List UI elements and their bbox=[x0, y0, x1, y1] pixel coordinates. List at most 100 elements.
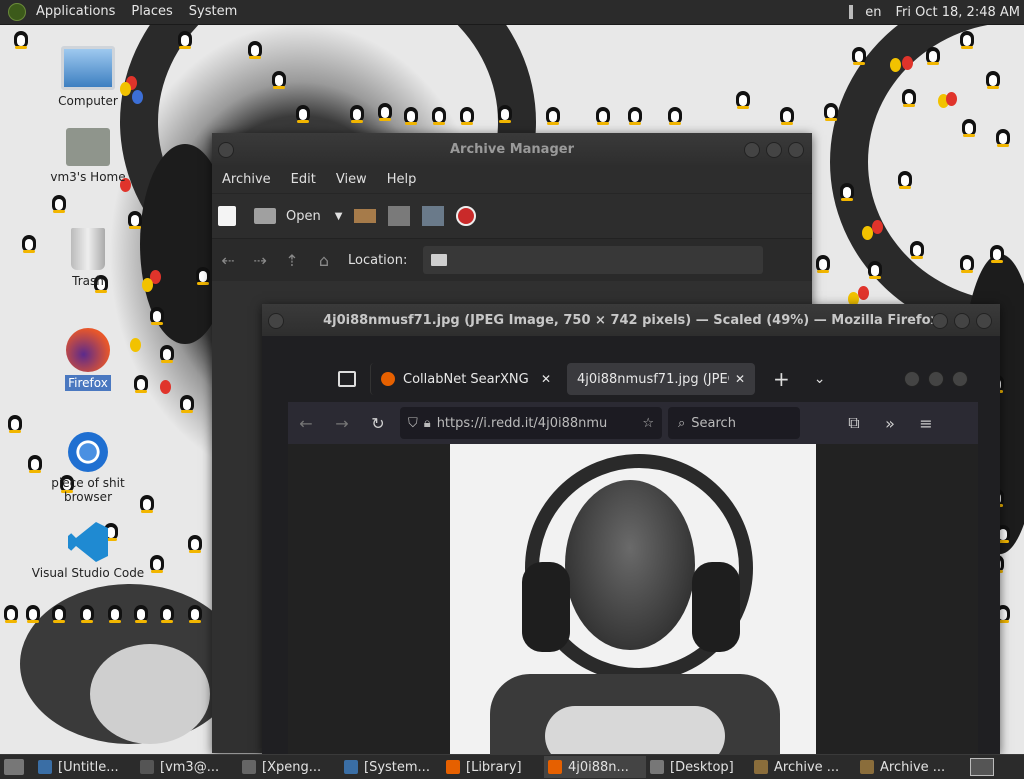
new-tab-icon[interactable]: + bbox=[773, 367, 790, 391]
lock-icon[interactable]: 🔒︎ bbox=[424, 416, 431, 431]
desktop-icon-chromium[interactable]: piece of shit browser bbox=[26, 432, 150, 505]
home-folder-icon bbox=[66, 128, 110, 166]
penguin-sprite bbox=[816, 252, 830, 273]
close-button[interactable] bbox=[788, 142, 804, 158]
menu-system[interactable]: System bbox=[181, 0, 245, 24]
desktop-icon-firefox[interactable]: Firefox bbox=[38, 328, 138, 391]
taskbar-item[interactable]: Archive ... bbox=[856, 756, 962, 778]
desktop-icon-label: vm3's Home bbox=[50, 170, 126, 184]
tab-overview-icon[interactable] bbox=[338, 371, 356, 387]
url-text[interactable]: https://i.redd.it/4j0i88nmu bbox=[437, 416, 635, 431]
firefox-titlebar[interactable]: 4j0i88nmusf71.jpg (JPEG Image, 750 × 742… bbox=[262, 304, 1000, 336]
window-menu-button[interactable] bbox=[218, 142, 234, 158]
tab-collabnet-searxng[interactable]: CollabNet SearXNG ✕ bbox=[370, 363, 561, 395]
archive-manager-titlebar[interactable]: Archive Manager bbox=[212, 133, 812, 165]
menu-archive[interactable]: Archive bbox=[212, 172, 281, 187]
url-bar[interactable]: ⛉ 🔒︎ https://i.redd.it/4j0i88nmu ☆ bbox=[400, 407, 662, 439]
add-files-button[interactable] bbox=[388, 206, 411, 226]
penguin-sprite bbox=[378, 100, 392, 121]
close-tab-icon[interactable]: ✕ bbox=[541, 372, 551, 386]
close-tab-icon[interactable]: ✕ bbox=[735, 372, 745, 386]
penguin-sprite bbox=[80, 602, 94, 623]
chevron-down-icon[interactable]: ⌄ bbox=[814, 371, 826, 387]
maximize-button[interactable] bbox=[766, 142, 782, 158]
workspace-switcher-icon[interactable] bbox=[970, 758, 994, 776]
penguin-sprite bbox=[248, 38, 262, 59]
desktop-icon-trash[interactable]: Trash bbox=[38, 228, 138, 289]
tab-jpeg-image[interactable]: 4j0i88nmusf71.jpg (JPEG I ✕ bbox=[567, 363, 755, 395]
taskbar-item[interactable]: [vm3@... bbox=[136, 756, 238, 778]
penguin-sprite bbox=[498, 102, 512, 123]
forward-arrow-icon[interactable]: → bbox=[328, 414, 356, 433]
open-button[interactable]: Open ▼ bbox=[254, 208, 342, 224]
stop-icon bbox=[456, 206, 477, 226]
window-icon bbox=[140, 760, 154, 774]
extract-button[interactable] bbox=[354, 209, 377, 223]
back-arrow-icon[interactable]: ⇠ bbox=[217, 251, 239, 270]
taskbar-item[interactable]: [Library] bbox=[442, 756, 544, 778]
desktop-icon-home[interactable]: vm3's Home bbox=[38, 128, 138, 185]
stop-button[interactable] bbox=[456, 206, 477, 226]
home-icon[interactable]: ⌂ bbox=[313, 251, 335, 270]
window-icon bbox=[754, 760, 768, 774]
extensions-icon[interactable]: ⧉ bbox=[840, 413, 868, 433]
extract-icon bbox=[354, 209, 377, 223]
penguin-sprite bbox=[52, 192, 66, 213]
maximize-button[interactable] bbox=[928, 371, 944, 387]
volume-icon[interactable] bbox=[849, 5, 854, 19]
add-folder-button[interactable] bbox=[422, 206, 445, 226]
keyboard-layout-indicator[interactable]: en bbox=[865, 5, 881, 20]
location-bar: ⇠ ⇢ ⇡ ⌂ Location: bbox=[212, 238, 812, 281]
top-panel: Applications Places System en Fri Oct 18… bbox=[0, 0, 1024, 25]
taskbar-item[interactable]: [Untitle... bbox=[34, 756, 136, 778]
reload-icon[interactable]: ↻ bbox=[364, 414, 392, 433]
back-arrow-icon[interactable]: ← bbox=[292, 414, 320, 433]
app-menu-icon[interactable] bbox=[8, 3, 26, 21]
chevron-down-icon[interactable]: ▼ bbox=[335, 211, 343, 222]
clock[interactable]: Fri Oct 18, 2:48 AM bbox=[896, 5, 1020, 20]
image-ear-right bbox=[692, 562, 740, 652]
taskbar-item[interactable]: [Desktop] bbox=[646, 756, 750, 778]
balloon-sprite bbox=[890, 58, 901, 72]
close-button[interactable] bbox=[952, 371, 968, 387]
shield-icon[interactable]: ⛉ bbox=[408, 416, 418, 431]
chromium-icon bbox=[68, 432, 108, 472]
navigation-toolbar: ← → ↻ ⛉ 🔒︎ https://i.redd.it/4j0i88nmu ☆… bbox=[288, 402, 978, 444]
search-box[interactable]: ⌕ Search bbox=[668, 407, 800, 439]
show-desktop-icon[interactable] bbox=[4, 759, 24, 775]
penguin-sprite bbox=[178, 28, 192, 49]
minimize-button[interactable] bbox=[744, 142, 760, 158]
firefox-window[interactable]: 4j0i88nmusf71.jpg (JPEG Image, 750 × 742… bbox=[262, 304, 1000, 754]
bookmark-star-icon[interactable]: ☆ bbox=[642, 416, 654, 431]
balloon-sprite bbox=[142, 278, 153, 292]
minimize-button[interactable] bbox=[904, 371, 920, 387]
taskbar-item[interactable]: 4j0i88n... bbox=[544, 756, 646, 778]
minimize-button[interactable] bbox=[932, 313, 948, 329]
location-field[interactable] bbox=[423, 246, 764, 274]
taskbar-item[interactable]: Archive ... bbox=[750, 756, 856, 778]
forward-arrow-icon[interactable]: ⇢ bbox=[249, 251, 271, 270]
menu-places[interactable]: Places bbox=[123, 0, 180, 24]
hamburger-menu-icon[interactable]: ≡ bbox=[912, 414, 940, 433]
menu-applications[interactable]: Applications bbox=[28, 0, 123, 24]
taskbar-item-label: 4j0i88n... bbox=[568, 759, 629, 775]
penguin-sprite bbox=[736, 88, 750, 109]
overflow-menu-icon[interactable]: » bbox=[876, 414, 904, 433]
close-button[interactable] bbox=[976, 313, 992, 329]
taskbar-item[interactable]: [System... bbox=[340, 756, 442, 778]
window-icon bbox=[38, 760, 52, 774]
tab-title: CollabNet SearXNG bbox=[403, 371, 529, 387]
penguin-sprite bbox=[926, 44, 940, 65]
desktop-icon-vscode[interactable]: Visual Studio Code bbox=[24, 522, 152, 581]
new-archive-button[interactable] bbox=[218, 206, 236, 226]
menu-help[interactable]: Help bbox=[377, 172, 427, 187]
new-document-icon bbox=[218, 206, 236, 226]
up-arrow-icon[interactable]: ⇡ bbox=[281, 251, 303, 270]
maximize-button[interactable] bbox=[954, 313, 970, 329]
taskbar-item-label: [Xpeng... bbox=[262, 759, 322, 775]
window-menu-button[interactable] bbox=[268, 313, 284, 329]
menu-edit[interactable]: Edit bbox=[281, 172, 326, 187]
menu-view[interactable]: View bbox=[326, 172, 377, 187]
taskbar-item[interactable]: [Xpeng... bbox=[238, 756, 340, 778]
desktop-icon-computer[interactable]: Computer bbox=[38, 46, 138, 109]
